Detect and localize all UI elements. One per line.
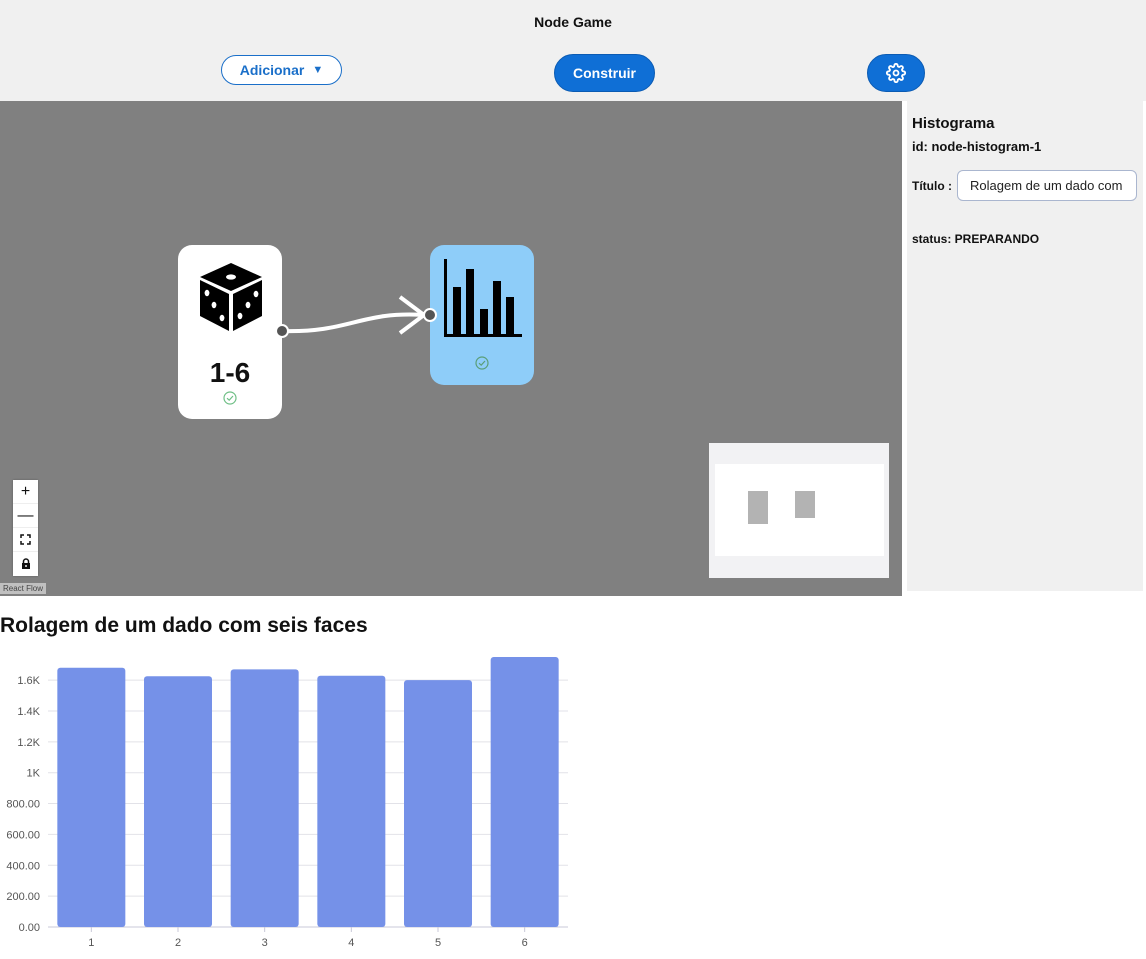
app-title: Node Game: [534, 14, 612, 30]
dice-range-label: 1-6: [209, 357, 251, 388]
y-tick-label: 0.00: [19, 922, 40, 934]
flow-controls: + —: [13, 480, 38, 576]
settings-button[interactable]: [867, 54, 925, 92]
react-flow-attribution[interactable]: React Flow: [0, 583, 47, 594]
x-tick-label: 1: [88, 937, 94, 949]
histogram-bar: [144, 676, 212, 927]
histogram-bar: [317, 675, 386, 927]
histogram-node-target-handle[interactable]: [423, 308, 437, 322]
histogram-bar: [230, 669, 299, 927]
lock-button[interactable]: [13, 552, 38, 576]
header: Node Game Adicionar ▼ Construir: [0, 0, 1146, 101]
flow-canvas[interactable]: 1-6 + — React Flow: [0, 101, 902, 596]
chevron-down-icon: ▼: [312, 64, 324, 76]
bar-chart-icon: [444, 259, 522, 337]
y-tick-label: 1.6K: [17, 675, 40, 687]
fit-view-icon: [20, 534, 31, 545]
x-tick-label: 4: [348, 937, 354, 949]
y-tick-label: 800.00: [6, 799, 40, 811]
y-tick-label: 200.00: [6, 891, 40, 903]
add-button-label: Adicionar: [239, 62, 305, 78]
x-tick-label: 3: [262, 937, 268, 949]
zoom-out-button[interactable]: —: [13, 504, 38, 528]
properties-panel: Histograma id: node-histogram-1 Título :…: [907, 101, 1143, 591]
x-tick-label: 6: [522, 937, 528, 949]
check-circle-icon: [475, 356, 489, 370]
histogram-node[interactable]: [430, 245, 534, 385]
x-tick-label: 2: [175, 937, 181, 949]
y-tick-label: 1K: [27, 768, 41, 780]
histogram-bar: [490, 656, 559, 927]
histogram-bar: [57, 667, 126, 927]
dice-node[interactable]: 1-6: [178, 245, 282, 419]
minimap-node-dice: [748, 491, 768, 524]
gear-icon: [886, 63, 906, 83]
title-input[interactable]: [957, 170, 1137, 201]
fit-view-button[interactable]: [13, 528, 38, 552]
y-tick-label: 1.2K: [17, 737, 40, 749]
minimap-node-histogram: [795, 491, 815, 518]
chart-title: Rolagem de um dado com seis faces: [0, 614, 368, 637]
status-label: status: PREPARANDO: [912, 232, 1040, 246]
node-id-label: id: node-histogram-1: [912, 139, 1042, 154]
add-button[interactable]: Adicionar ▼: [221, 55, 342, 85]
y-tick-label: 400.00: [6, 860, 40, 872]
lock-icon: [21, 558, 30, 569]
zoom-in-button[interactable]: +: [13, 480, 38, 504]
app-root: Node Game Adicionar ▼ Construir 1-6 + — …: [0, 0, 1146, 959]
histogram-bar: [404, 680, 472, 927]
y-tick-label: 600.00: [6, 829, 40, 841]
panel-title: Histograma: [912, 115, 995, 132]
build-button[interactable]: Construir: [554, 54, 655, 92]
title-field-label: Título :: [912, 179, 952, 193]
check-circle-icon: [223, 391, 237, 405]
histogram-chart: 0.00 200.00 400.00 600.00 800.00 1K 1.2K 1.4K 1.…: [6, 656, 568, 949]
dice-icon: [200, 263, 262, 331]
minimap[interactable]: [709, 443, 889, 578]
y-tick-label: 1.4K: [17, 706, 40, 718]
dice-node-source-handle[interactable]: [275, 324, 289, 338]
x-tick-label: 5: [435, 937, 441, 949]
